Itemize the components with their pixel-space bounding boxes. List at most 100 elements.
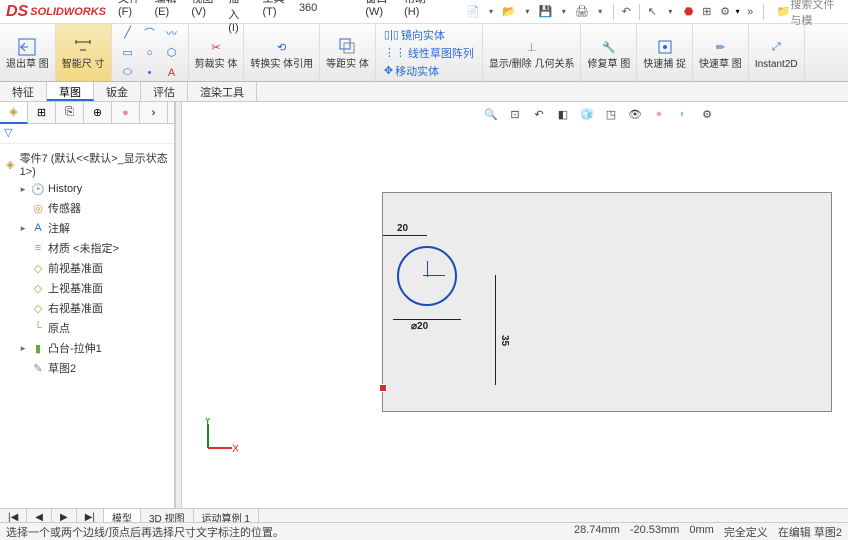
status-z: 0mm [689, 524, 713, 540]
apply-scene-icon[interactable]: ◐ [673, 104, 693, 124]
polygon-icon[interactable]: ⬡ [162, 44, 182, 62]
edit-appearance-icon[interactable]: ● [649, 104, 669, 124]
dim-top-value[interactable]: 20 [397, 223, 408, 234]
point-icon[interactable]: • [140, 64, 160, 82]
slot-icon[interactable]: ⬭ [118, 64, 138, 82]
linear-pattern-icon: ⋮⋮ [384, 46, 406, 59]
repair-sketch-label: 修复草 图 [587, 59, 630, 70]
section-view-icon[interactable]: ◧ [553, 104, 573, 124]
tree-annotations[interactable]: ▸A注解 [16, 218, 172, 238]
tree-sketch2[interactable]: ✎草图2 [16, 358, 172, 378]
previous-view-icon[interactable]: ↶ [529, 104, 549, 124]
tab-features[interactable]: 特征 [0, 82, 47, 101]
tree-material[interactable]: ≡材质 <未指定> [16, 238, 172, 258]
rect-icon[interactable]: ▭ [118, 44, 138, 62]
tab-render[interactable]: 渲染工具 [188, 82, 257, 101]
x-icon[interactable]: » [743, 3, 758, 21]
tab-evaluate[interactable]: 评估 [141, 82, 188, 101]
pattern-group: ▯|▯ 镜向实体 ⋮⋮ 线性草图阵列 ✥ 移动实体 [376, 24, 483, 81]
instant2d-button[interactable]: ⤢ Instant2D [749, 24, 805, 81]
center-mark-v [427, 261, 428, 277]
sensor-icon: ◎ [31, 201, 45, 215]
display-tab[interactable]: ● [112, 102, 140, 124]
spline-icon[interactable]: 〰 [162, 24, 182, 42]
status-hint: 选择一个或两个边线/顶点后再选择尺寸文字标注的位置。 [6, 524, 574, 540]
select-icon[interactable]: ↖ [645, 3, 660, 21]
sketch-face: 20 ⌀20 35 [382, 192, 832, 412]
dimxpert-tab[interactable]: ⊕ [84, 102, 112, 124]
plane-icon: ◇ [31, 281, 45, 295]
print-icon[interactable]: 🖨 [574, 3, 589, 21]
zoom-area-icon[interactable]: ⊡ [505, 104, 525, 124]
rebuild-icon[interactable]: ⬣ [681, 3, 696, 21]
new-icon[interactable]: 📄 [465, 3, 480, 21]
expand-icon[interactable]: ▸ [18, 223, 28, 234]
dropdown-icon[interactable]: ▾ [556, 3, 571, 21]
undo-icon[interactable]: ↶ [619, 3, 634, 21]
tree-origin[interactable]: └原点 [16, 318, 172, 338]
sketch-origin[interactable] [379, 384, 387, 392]
exit-sketch-button[interactable]: 退出草 图 [0, 24, 56, 81]
tab-sketch[interactable]: 草图 [47, 82, 94, 101]
config-icon: ⎘ [65, 106, 74, 119]
tree-history[interactable]: ▸🕑History [16, 180, 172, 198]
expand-tab[interactable]: › [140, 102, 168, 124]
tree-sensors[interactable]: ◎传感器 [16, 198, 172, 218]
text-icon[interactable]: A [162, 64, 182, 82]
config-tab[interactable]: ⎘ [56, 102, 84, 124]
open-icon[interactable]: 📂 [502, 3, 517, 21]
view-triad[interactable]: YX [202, 418, 232, 448]
status-y: -20.53mm [630, 524, 680, 540]
dropdown-icon[interactable]: ▾ [593, 3, 608, 21]
material-icon: ≡ [31, 241, 45, 255]
dim-diameter-value[interactable]: ⌀20 [411, 321, 428, 332]
tree-boss-extrude[interactable]: ▸▮凸台-拉伸1 [16, 338, 172, 358]
repair-sketch-button[interactable]: 🔧 修复草 图 [581, 24, 637, 81]
separator [639, 4, 640, 20]
move-button[interactable]: ✥ 移动实体 [382, 62, 476, 80]
zoom-fit-icon[interactable]: 🔍 [481, 104, 501, 124]
repair-icon: 🔧 [597, 35, 621, 59]
panel-splitter[interactable] [175, 102, 182, 508]
circle-icon[interactable]: ○ [140, 44, 160, 62]
dropdown-icon[interactable]: ▾ [663, 3, 678, 21]
property-tab[interactable]: ⊞ [28, 102, 56, 124]
view-orientation-icon[interactable]: 🧊 [577, 104, 597, 124]
dropdown-icon[interactable]: ▾ [483, 3, 498, 21]
arc-icon[interactable]: ⌒ [140, 24, 160, 42]
expand-icon[interactable]: ▸ [18, 343, 28, 354]
graphics-viewport[interactable]: 🔍 ⊡ ↶ ◧ 🧊 ◳ 👁 ● ◐ ⚙ 20 ⌀20 35 [182, 102, 848, 508]
tab-sheetmetal[interactable]: 钣金 [94, 82, 141, 101]
tree-top-plane[interactable]: ◇上视基准面 [16, 278, 172, 298]
display-style-icon[interactable]: ◳ [601, 104, 621, 124]
save-icon[interactable]: 💾 [538, 3, 553, 21]
view-settings-icon[interactable]: ⚙ [697, 104, 717, 124]
tree-root[interactable]: ◈ 零件7 (默认<<默认>_显示状态 1>) [2, 148, 172, 180]
expand-icon[interactable]: ▸ [18, 184, 28, 195]
trim-button[interactable]: ✂ 剪裁实 体 [189, 24, 245, 81]
tree-right-plane[interactable]: ◇右视基准面 [16, 298, 172, 318]
line-icon[interactable]: ╱ [118, 24, 138, 42]
rapid-sketch-button[interactable]: ✏ 快速草 图 [693, 24, 749, 81]
hide-show-icon[interactable]: 👁 [625, 104, 645, 124]
convert-label: 转换实 体引用 [250, 59, 313, 70]
convert-button[interactable]: ⟲ 转换实 体引用 [244, 24, 320, 81]
snap-icon [653, 35, 677, 59]
tree-front-plane[interactable]: ◇前视基准面 [16, 258, 172, 278]
linear-pattern-button[interactable]: ⋮⋮ 线性草图阵列 [382, 44, 476, 62]
main-area: ◈ ⊞ ⎘ ⊕ ● › ▽ ◈ 零件7 (默认<<默认>_显示状态 1>) ▸🕑… [0, 102, 848, 508]
quick-snap-button[interactable]: 快速捕 捉 [637, 24, 693, 81]
display-relations-button[interactable]: ⊥ 显示/删除 几何关系 [483, 24, 582, 81]
dim-right-value[interactable]: 35 [499, 335, 510, 346]
offset-icon [336, 35, 360, 59]
instant2d-label: Instant2D [755, 59, 798, 70]
filter-bar[interactable]: ▽ [0, 124, 174, 144]
mirror-button[interactable]: ▯|▯ 镜向实体 [382, 26, 476, 44]
offset-button[interactable]: 等距实 体 [320, 24, 376, 81]
options-icon[interactable]: ⊞ [699, 3, 714, 21]
smart-dimension-button[interactable]: 智能尺 寸 [56, 24, 112, 81]
filter-icon: ▽ [4, 127, 12, 139]
feature-tree-tab[interactable]: ◈ [0, 102, 28, 124]
settings-icon[interactable]: ⚙ [717, 3, 732, 21]
dropdown-icon[interactable]: ▾ [520, 3, 535, 21]
